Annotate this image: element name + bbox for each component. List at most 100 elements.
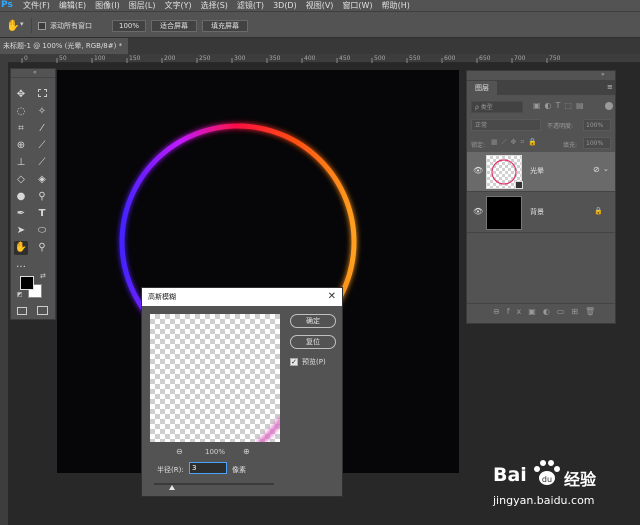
- clone-stamp-tool-icon[interactable]: ⊥: [14, 156, 28, 170]
- watermark-brand: Bai: [493, 464, 527, 486]
- menu-file[interactable]: 文件(F): [23, 0, 50, 11]
- zoom-100-button[interactable]: 100%: [112, 20, 146, 32]
- menu-image[interactable]: 图像(I): [95, 0, 120, 11]
- svg-text:50: 50: [59, 55, 67, 62]
- svg-text:600: 600: [444, 55, 456, 62]
- hand-tool-icon[interactable]: ✋: [6, 19, 20, 32]
- zoom-out-icon[interactable]: ⊖: [176, 447, 183, 456]
- close-icon[interactable]: ✕: [328, 288, 336, 306]
- default-colors-icon[interactable]: ◩: [17, 291, 23, 298]
- svg-text:200: 200: [164, 55, 176, 62]
- move-tool-icon[interactable]: ✥: [14, 88, 28, 102]
- paint-bucket-tool-icon[interactable]: ◈: [35, 173, 49, 187]
- layer-effects-icon[interactable]: ⊘: [593, 165, 600, 174]
- swap-colors-icon[interactable]: ⇄: [40, 272, 46, 280]
- reset-button[interactable]: 复位: [290, 335, 336, 349]
- marquee-tool-icon[interactable]: [35, 88, 49, 102]
- radius-input[interactable]: 3: [189, 462, 227, 474]
- panel-collapse-icon[interactable]: «: [33, 69, 37, 76]
- document-tab[interactable]: 未标题-1 @ 100% (光晕, RGB/8#) *: [0, 38, 128, 54]
- menu-bar: Ps 文件(F) 编辑(E) 图像(I) 图层(L) 文字(Y) 选择(S) 滤…: [0, 0, 640, 11]
- divider: [11, 77, 55, 78]
- zoom-tool-icon[interactable]: ⚲: [35, 241, 49, 255]
- brush-tool-icon[interactable]: ⟋: [35, 139, 49, 153]
- screen-mode-icon[interactable]: [37, 306, 48, 315]
- radius-slider-thumb[interactable]: [169, 485, 175, 490]
- path-selection-tool-icon[interactable]: ➤: [14, 224, 28, 238]
- panel-collapse-icon[interactable]: »: [601, 71, 605, 78]
- scroll-all-label: 滚动所有窗口: [50, 22, 92, 30]
- preview-checkbox[interactable]: ✓: [290, 358, 298, 366]
- tool-preset-chevron-icon[interactable]: ▾: [20, 20, 24, 28]
- layers-footer-icons[interactable]: ⊖fx▣◐▭⊞🗑: [493, 307, 602, 316]
- svg-text:500: 500: [374, 55, 386, 62]
- menu-edit[interactable]: 编辑(E): [59, 0, 86, 11]
- preview-glow-stroke: [256, 416, 280, 442]
- layer-name-background[interactable]: 背景: [530, 207, 544, 217]
- fit-screen-button[interactable]: 适合屏幕: [151, 20, 197, 32]
- dodge-tool-icon[interactable]: ⚲: [35, 190, 49, 204]
- filter-icons[interactable]: ▣◐T⬚▤: [533, 101, 588, 110]
- svg-text:750: 750: [549, 55, 561, 62]
- menu-select[interactable]: 选择(S): [201, 0, 228, 11]
- app-logo: Ps: [1, 0, 13, 10]
- hand-tool-selected-icon[interactable]: ✋: [14, 241, 28, 255]
- document-tab-bar: 未标题-1 @ 100% (光晕, RGB/8#) *: [0, 38, 640, 54]
- opacity-field[interactable]: 100%: [583, 119, 611, 131]
- filter-toggle-icon[interactable]: [605, 102, 613, 110]
- visibility-eye-icon[interactable]: 👁: [473, 166, 483, 175]
- tools-panel: « ✥ ◌ ✧ ⌗ ⁄ ⊕ ⟋ ⊥ ⟋ ◇ ◈ ● ⚲ ✒ T ➤ ⬭ ✋ ⚲ …: [10, 68, 56, 320]
- blend-mode-select[interactable]: 正常: [471, 119, 541, 131]
- eyedropper-tool-icon[interactable]: ⁄: [35, 122, 49, 136]
- blur-tool-icon[interactable]: ●: [14, 190, 28, 204]
- watermark-url: jingyan.baidu.com: [493, 494, 595, 507]
- visibility-eye-icon[interactable]: 👁: [473, 207, 483, 216]
- layer-row-glow[interactable]: 👁 光晕 ⊘ ⌄: [467, 152, 615, 192]
- lock-label: 锁定:: [471, 142, 486, 149]
- menu-view[interactable]: 视图(V): [306, 0, 334, 11]
- menu-3d[interactable]: 3D(D): [273, 0, 297, 11]
- menu-type[interactable]: 文字(Y): [164, 0, 191, 11]
- layers-panel: » 图层 ≡ ρ 类型 ▣◐T⬚▤ 正常 不透明度: 100% 锁定: ▦⟋✥⌗…: [466, 70, 616, 324]
- svg-text:150: 150: [129, 55, 141, 62]
- history-brush-tool-icon[interactable]: ⟋: [35, 156, 49, 170]
- quick-mask-icon[interactable]: [17, 307, 27, 315]
- foreground-color-swatch[interactable]: [20, 276, 34, 290]
- svg-text:du: du: [542, 475, 552, 484]
- magic-wand-tool-icon[interactable]: ✧: [35, 105, 49, 119]
- lock-icons[interactable]: ▦⟋✥⌗🔒: [491, 138, 541, 147]
- gaussian-blur-dialog: 高斯模糊 ✕ 确定 复位 ✓ 预览(P) ⊖ 100% ⊕ 半径(R): 3 像…: [141, 287, 343, 497]
- layer-kind-filter[interactable]: ρ 类型: [471, 101, 523, 113]
- edit-toolbar-icon[interactable]: …: [14, 258, 28, 272]
- fill-field[interactable]: 100%: [583, 137, 611, 149]
- scroll-all-checkbox[interactable]: [38, 22, 46, 30]
- menu-layer[interactable]: 图层(L): [129, 0, 156, 11]
- opacity-label: 不透明度:: [547, 123, 574, 130]
- vertical-ruler: [0, 54, 8, 525]
- fill-screen-button[interactable]: 填充屏幕: [202, 20, 248, 32]
- menu-help[interactable]: 帮助(H): [382, 0, 410, 11]
- lock-icon[interactable]: 🔒: [594, 207, 603, 215]
- ok-button[interactable]: 确定: [290, 314, 336, 328]
- pen-tool-icon[interactable]: ✒: [14, 207, 28, 221]
- eraser-tool-icon[interactable]: ◇: [14, 173, 28, 187]
- menu-filter[interactable]: 滤镜(T): [237, 0, 264, 11]
- lasso-tool-icon[interactable]: ◌: [14, 105, 28, 119]
- layer-name-glow[interactable]: 光晕: [530, 166, 544, 176]
- chevron-down-icon[interactable]: ⌄: [603, 165, 609, 173]
- svg-text:300: 300: [234, 55, 246, 62]
- zoom-in-icon[interactable]: ⊕: [243, 447, 250, 456]
- layer-row-background[interactable]: 👁 背景 🔒: [467, 193, 615, 233]
- horizontal-ruler: 0 50 100 150 200 250 300 350 400 450 500 550 600 6…: [8, 54, 640, 63]
- type-tool-icon[interactable]: T: [35, 207, 49, 221]
- tab-layers[interactable]: 图层: [467, 81, 497, 95]
- svg-text:100: 100: [94, 55, 106, 62]
- menu-window[interactable]: 窗口(W): [342, 0, 372, 11]
- shape-tool-icon[interactable]: ⬭: [35, 224, 49, 238]
- crop-tool-icon[interactable]: ⌗: [14, 122, 28, 136]
- panel-menu-icon[interactable]: ≡: [607, 83, 613, 91]
- svg-text:650: 650: [479, 55, 491, 62]
- divider: [467, 303, 615, 304]
- blur-preview[interactable]: [150, 314, 280, 442]
- healing-brush-tool-icon[interactable]: ⊕: [14, 139, 28, 153]
